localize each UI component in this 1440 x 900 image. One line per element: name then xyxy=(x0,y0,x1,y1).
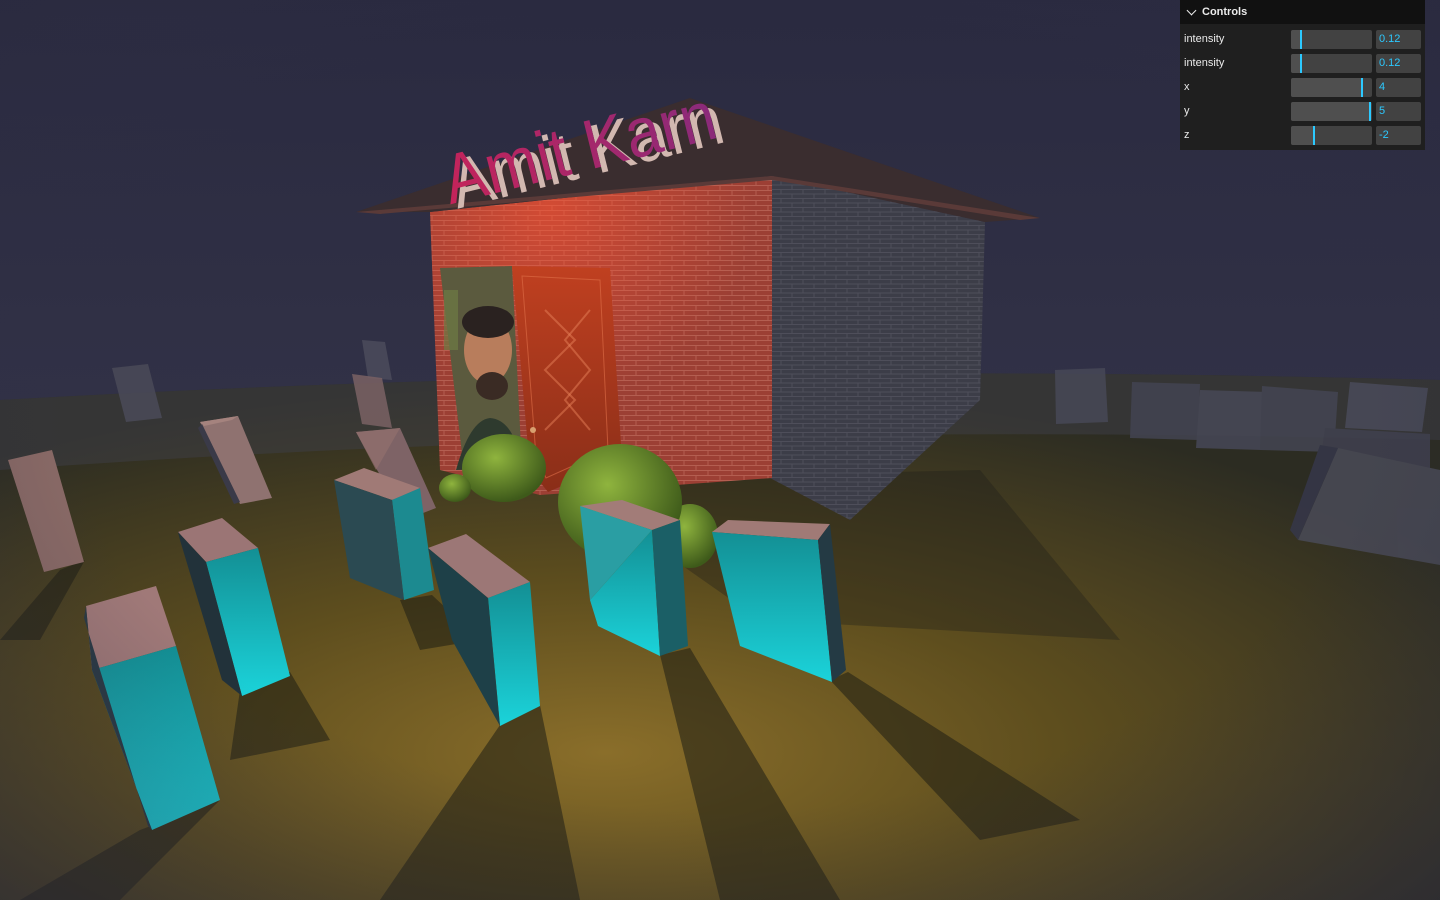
slider-fill xyxy=(1291,125,1314,145)
controls-title-label: Controls xyxy=(1202,6,1248,18)
slider-knob[interactable] xyxy=(1312,125,1315,145)
slider-fill xyxy=(1291,77,1363,97)
controls-panel-body: intensity intensity x y xyxy=(1180,24,1425,150)
x-input[interactable] xyxy=(1376,77,1421,97)
control-row-intensity-2: intensity xyxy=(1180,51,1425,75)
slider-knob[interactable] xyxy=(1361,77,1364,97)
control-label: y xyxy=(1184,105,1190,117)
control-row-y: y xyxy=(1180,99,1425,123)
control-label: x xyxy=(1184,81,1190,93)
control-row-intensity-1: intensity xyxy=(1180,27,1425,51)
control-label: z xyxy=(1184,129,1190,141)
slider-knob[interactable] xyxy=(1299,29,1302,49)
y-input[interactable] xyxy=(1376,101,1421,121)
z-input[interactable] xyxy=(1376,125,1421,145)
control-row-x: x xyxy=(1180,75,1425,99)
intensity-input-2[interactable] xyxy=(1376,53,1421,73)
chevron-down-icon xyxy=(1186,5,1197,16)
control-label: intensity xyxy=(1184,33,1225,45)
slider-knob[interactable] xyxy=(1368,101,1371,121)
slider-knob[interactable] xyxy=(1299,53,1302,73)
y-slider[interactable] xyxy=(1291,101,1372,121)
intensity-slider-1[interactable] xyxy=(1291,29,1372,49)
x-slider[interactable] xyxy=(1291,77,1372,97)
slider-fill xyxy=(1291,101,1370,121)
z-slider[interactable] xyxy=(1291,125,1372,145)
control-row-z: z xyxy=(1180,123,1425,147)
controls-panel-title[interactable]: Controls xyxy=(1180,0,1425,24)
controls-panel: Controls intensity intensity x xyxy=(1180,0,1425,150)
intensity-input-1[interactable] xyxy=(1376,29,1421,49)
intensity-slider-2[interactable] xyxy=(1291,53,1372,73)
control-label: intensity xyxy=(1184,57,1225,69)
